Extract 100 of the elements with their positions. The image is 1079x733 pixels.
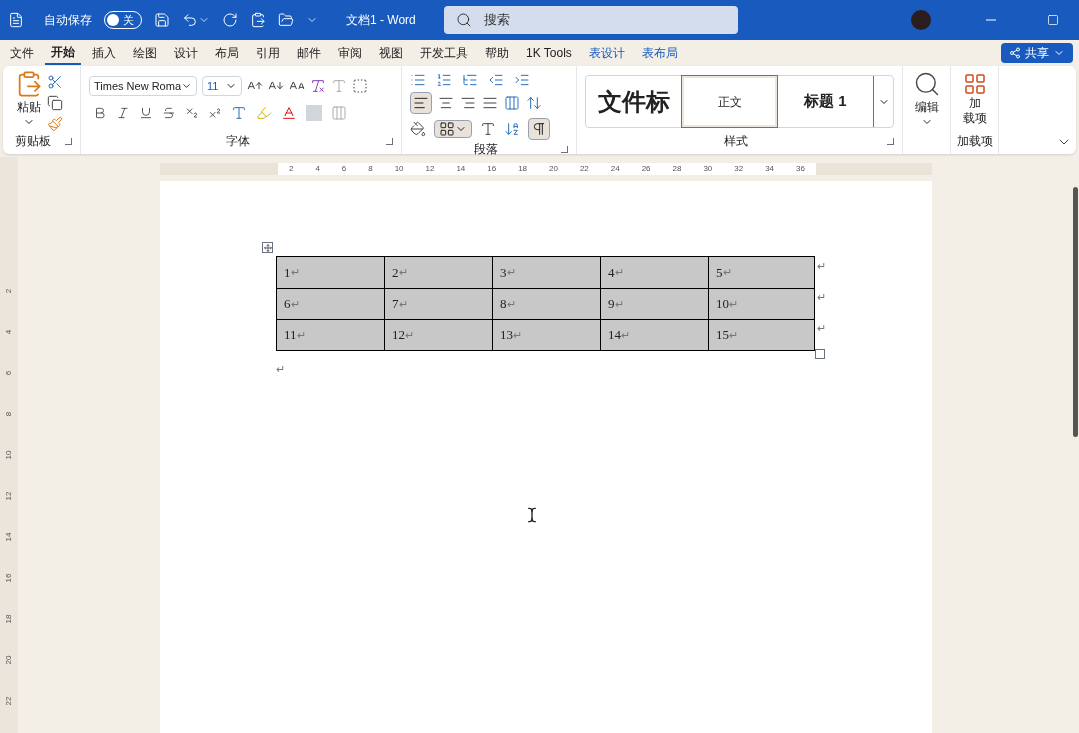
ruler-number: 14 [3, 532, 14, 542]
numbering-icon[interactable] [436, 72, 452, 88]
ribbon-tab[interactable]: 布局 [209, 41, 245, 65]
ruler-number: 36 [796, 163, 805, 175]
ruler-number: 26 [641, 163, 651, 175]
increase-indent-icon[interactable] [514, 72, 530, 88]
ruler-number: 12 [3, 491, 14, 501]
format-painter-icon[interactable] [47, 116, 63, 132]
ruler-number: 14 [456, 163, 466, 175]
ribbon-tab[interactable]: 邮件 [291, 41, 327, 65]
ribbon-tab[interactable]: 设计 [168, 41, 204, 65]
asian-layout-icon[interactable] [480, 121, 496, 137]
align-center-icon[interactable] [438, 95, 454, 111]
dialog-launcher-icon[interactable] [386, 137, 393, 145]
ribbon-tab[interactable]: 审阅 [332, 41, 368, 65]
table-cell: 8↵ [493, 289, 601, 319]
ruler-number: 18 [3, 614, 14, 624]
ribbon-tab[interactable]: 绘图 [127, 41, 163, 65]
font-color-icon[interactable] [281, 105, 297, 121]
font-name-dropdown[interactable]: Times New Roma [89, 76, 197, 96]
table-cell: 10↵ [709, 289, 814, 319]
ribbon-tab[interactable]: 帮助 [479, 41, 515, 65]
group-label: 剪贴板 [15, 133, 51, 150]
borders-dropdown[interactable] [434, 120, 472, 138]
ribbon-tab[interactable]: 插入 [86, 41, 122, 65]
ruler-number: 28 [672, 163, 682, 175]
table-cell: 2↵ [385, 257, 493, 288]
share-button[interactable]: 共享 [1001, 43, 1073, 63]
search-field[interactable]: 搜索 [443, 6, 738, 34]
save-icon[interactable] [154, 12, 170, 28]
clear-formatting-icon[interactable] [310, 78, 326, 94]
bullets-icon[interactable] [410, 72, 426, 88]
ruler-number: 8 [3, 411, 14, 417]
decrease-indent-icon[interactable] [488, 72, 504, 88]
table-cell: 4↵ [601, 257, 709, 288]
search-icon [455, 12, 472, 28]
character-border-icon[interactable] [352, 78, 368, 94]
bold-icon[interactable] [93, 106, 107, 120]
line-spacing-icon[interactable] [526, 95, 542, 111]
paste-button[interactable]: 粘贴 [15, 70, 43, 128]
text-effects-icon[interactable] [231, 105, 247, 121]
table-cell: 9↵ [601, 289, 709, 319]
table-cell: 5↵ [709, 257, 814, 288]
ruler-number: 12 [425, 163, 435, 175]
copy-icon[interactable] [47, 95, 63, 111]
shading-icon[interactable] [410, 121, 426, 137]
ruler-number: 20 [549, 163, 558, 175]
ribbon-tab[interactable]: 表布局 [635, 41, 684, 65]
ribbon-tab[interactable]: 视图 [373, 41, 409, 65]
ruler-number: 8 [368, 163, 373, 175]
cut-icon[interactable] [47, 74, 63, 90]
ruler-number: 20 [3, 655, 14, 665]
ruler-number: 18 [518, 163, 528, 175]
group-label: 加载项 [956, 133, 993, 150]
align-left-icon[interactable] [410, 92, 432, 114]
table-cell: 13↵ [493, 320, 601, 350]
show-marks-icon[interactable] [528, 118, 550, 140]
dialog-launcher-icon[interactable] [561, 145, 568, 153]
style-item[interactable]: 文件标 [586, 76, 682, 127]
dialog-launcher-icon[interactable] [887, 137, 894, 145]
undo-icon[interactable] [182, 12, 198, 28]
distributed-icon[interactable] [504, 95, 520, 111]
group-label: 字体 [225, 133, 250, 150]
ribbon-tab[interactable]: 文件 [4, 41, 40, 65]
ruler-number: 34 [765, 163, 775, 175]
ribbon-tab[interactable]: 开发工具 [414, 41, 474, 65]
font-size-dropdown[interactable]: 11 [202, 76, 242, 96]
ruler-number: 10 [394, 163, 404, 175]
justify-icon[interactable] [482, 95, 498, 111]
ruler-number: 30 [703, 163, 713, 175]
ribbon-tab[interactable]: 1K Tools [520, 41, 578, 65]
avatar[interactable] [911, 10, 931, 30]
sort-icon[interactable] [504, 121, 520, 137]
redo-icon[interactable] [222, 12, 238, 28]
folder-icon[interactable] [278, 12, 294, 28]
multilevel-list-icon[interactable] [462, 72, 478, 88]
scrollbar-thumb[interactable] [1072, 187, 1078, 437]
style-item[interactable]: 正文 [681, 76, 778, 127]
align-right-icon[interactable] [460, 95, 476, 111]
editing-button[interactable]: 编辑 [912, 70, 941, 128]
clipboard-icon[interactable] [250, 12, 266, 28]
ribbon-tab[interactable]: 引用 [250, 41, 286, 65]
row-end-mark: ↵ [816, 290, 826, 305]
style-item[interactable]: 标题 1 [777, 76, 874, 127]
addins-button[interactable]: 加 载项 [962, 72, 987, 126]
grid-icon [962, 72, 987, 96]
strikethrough-icon[interactable] [162, 106, 176, 120]
ruler-number: 6 [341, 163, 347, 175]
superscript-icon[interactable] [208, 106, 222, 120]
table-move-handle[interactable] [262, 242, 273, 253]
row-end-mark: ↵ [816, 259, 826, 274]
ribbon-tab[interactable]: 表设计 [582, 41, 631, 65]
table-cell: 12↵ [385, 320, 493, 350]
word-document-icon[interactable] [8, 12, 24, 28]
underline-icon[interactable] [139, 106, 153, 120]
table-resize-handle[interactable] [815, 349, 825, 359]
search-input[interactable]: 搜索 [483, 10, 684, 30]
dialog-launcher-icon[interactable] [65, 137, 72, 145]
subscript-icon[interactable] [185, 106, 199, 120]
italic-icon[interactable] [116, 106, 130, 120]
